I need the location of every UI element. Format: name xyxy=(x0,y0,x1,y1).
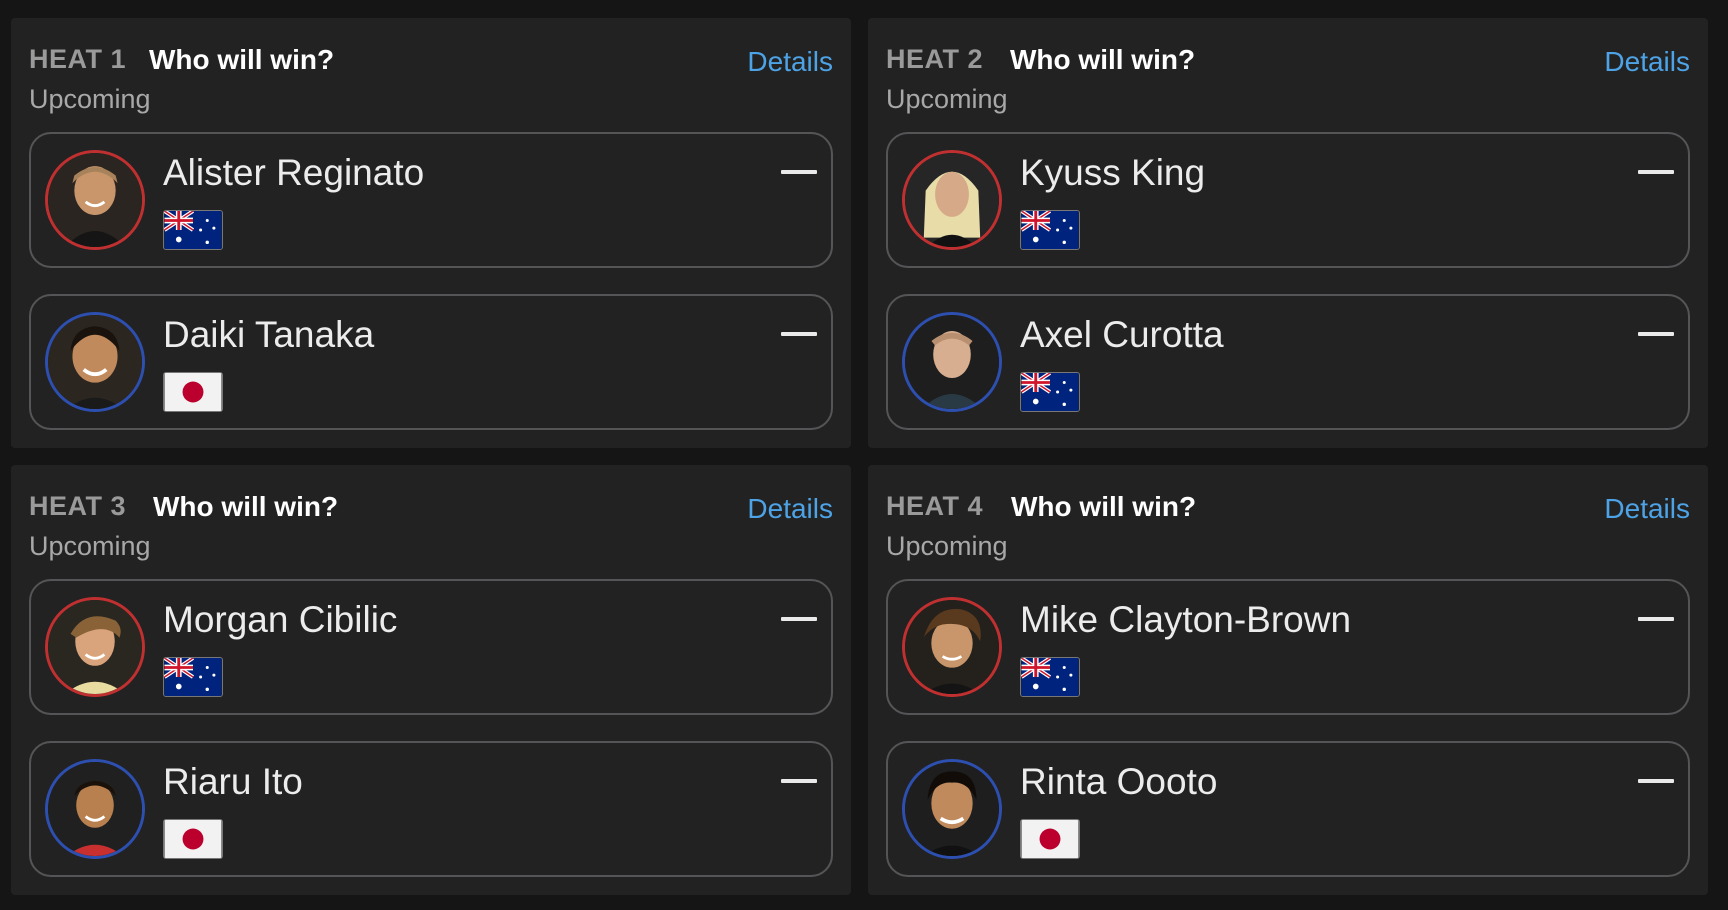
surfer-avatar xyxy=(902,312,1002,412)
surfer-name: Kyuss King xyxy=(1020,152,1206,193)
australia-flag-icon xyxy=(163,657,223,697)
heat-status: Upcoming xyxy=(29,84,151,114)
heat-status: Upcoming xyxy=(886,531,1008,561)
japan-flag-icon xyxy=(1020,819,1080,859)
australia-flag-icon xyxy=(1020,210,1080,250)
heat-header: HEAT 3 Who will win? Details xyxy=(29,491,833,531)
surfer-name: Morgan Cibilic xyxy=(163,599,398,640)
heat-question: Who will win? xyxy=(153,491,339,522)
surfer-card[interactable]: Mike Clayton-Brown xyxy=(886,579,1690,715)
japan-flag-icon xyxy=(163,819,223,859)
australia-flag-icon xyxy=(1020,657,1080,697)
surfer-avatar xyxy=(45,597,145,697)
surfer-card[interactable]: Riaru Ito xyxy=(29,741,833,877)
prediction-dash xyxy=(1638,170,1674,174)
heat-label: HEAT 2 xyxy=(886,44,984,74)
heat-label: HEAT 3 xyxy=(29,491,127,521)
surfer-name: Mike Clayton-Brown xyxy=(1020,599,1352,640)
heat-label: HEAT 1 xyxy=(29,44,127,74)
heat-panel-4: HEAT 4 Who will win? Details Upcoming Mi… xyxy=(868,465,1708,895)
surfer-card[interactable]: Morgan Cibilic xyxy=(29,579,833,715)
prediction-dash xyxy=(781,170,817,174)
details-link[interactable]: Details xyxy=(1604,493,1690,525)
details-link[interactable]: Details xyxy=(747,493,833,525)
surfer-avatar xyxy=(45,312,145,412)
heat-label: HEAT 4 xyxy=(886,491,984,521)
heat-header: HEAT 2 Who will win? Details xyxy=(886,44,1690,84)
prediction-dash xyxy=(781,617,817,621)
heat-panel-1: HEAT 1 Who will win? Details Upcoming Al… xyxy=(11,18,851,448)
prediction-dash xyxy=(781,332,817,336)
prediction-dash xyxy=(1638,332,1674,336)
heats-grid: HEAT 1 Who will win? Details Upcoming Al… xyxy=(0,0,1728,910)
heat-header: HEAT 4 Who will win? Details xyxy=(886,491,1690,531)
surfer-avatar xyxy=(902,759,1002,859)
heat-status: Upcoming xyxy=(29,531,151,561)
surfer-avatar xyxy=(902,150,1002,250)
surfer-card[interactable]: Axel Curotta xyxy=(886,294,1690,430)
surfer-card[interactable]: Rinta Oooto xyxy=(886,741,1690,877)
surfer-name: Daiki Tanaka xyxy=(163,314,375,355)
surfer-avatar xyxy=(45,150,145,250)
surfer-name: Axel Curotta xyxy=(1020,314,1224,355)
surfer-card[interactable]: Alister Reginato xyxy=(29,132,833,268)
heat-question: Who will win? xyxy=(149,44,335,75)
heat-panel-2: HEAT 2 Who will win? Details Upcoming Ky… xyxy=(868,18,1708,448)
surfer-name: Alister Reginato xyxy=(163,152,425,193)
heat-status: Upcoming xyxy=(886,84,1008,114)
surfer-name: Rinta Oooto xyxy=(1020,761,1218,802)
details-link[interactable]: Details xyxy=(747,46,833,78)
prediction-dash xyxy=(781,779,817,783)
surfer-avatar xyxy=(902,597,1002,697)
heat-header: HEAT 1 Who will win? Details xyxy=(29,44,833,84)
heat-panel-3: HEAT 3 Who will win? Details Upcoming Mo… xyxy=(11,465,851,895)
australia-flag-icon xyxy=(1020,372,1080,412)
surfer-card[interactable]: Daiki Tanaka xyxy=(29,294,833,430)
heat-question: Who will win? xyxy=(1010,44,1196,75)
japan-flag-icon xyxy=(163,372,223,412)
heat-question: Who will win? xyxy=(1011,491,1197,522)
surfer-card[interactable]: Kyuss King xyxy=(886,132,1690,268)
details-link[interactable]: Details xyxy=(1604,46,1690,78)
prediction-dash xyxy=(1638,779,1674,783)
surfer-name: Riaru Ito xyxy=(163,761,303,802)
australia-flag-icon xyxy=(163,210,223,250)
surfer-avatar xyxy=(45,759,145,859)
prediction-dash xyxy=(1638,617,1674,621)
